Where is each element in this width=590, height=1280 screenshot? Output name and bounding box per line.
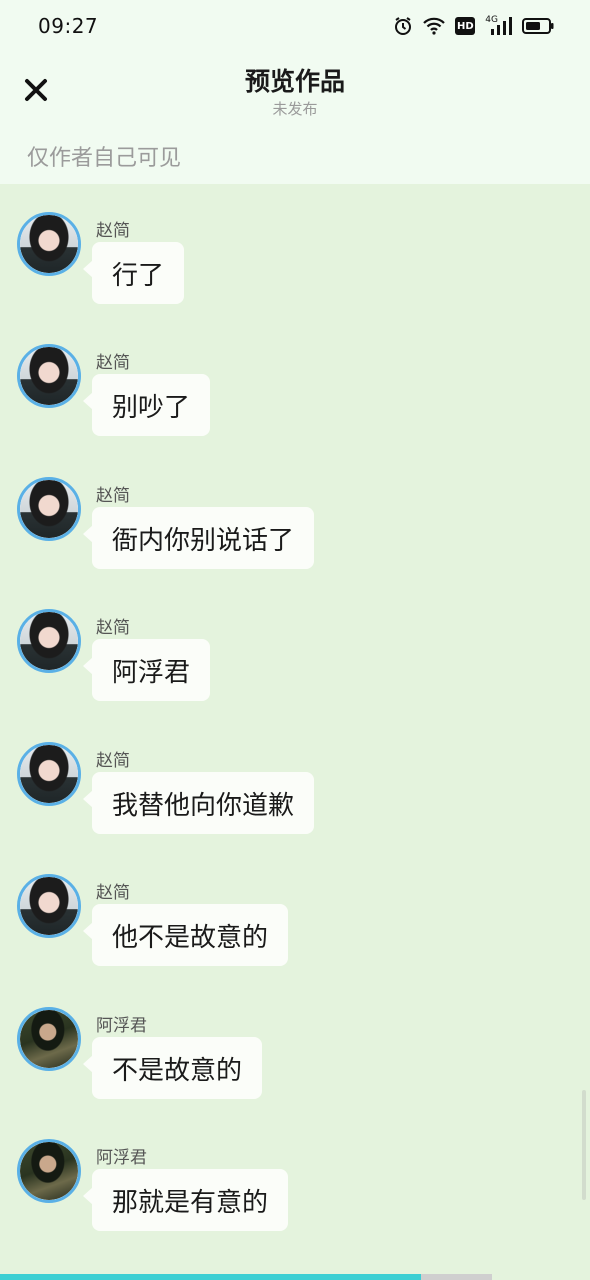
chat-message: 阿浮君 不是故意的 [0, 979, 590, 1099]
sender-name: 阿浮君 [96, 1148, 147, 1168]
chat-message: 赵简 我替他向你道歉 [0, 714, 590, 834]
alarm-icon [393, 16, 413, 36]
visibility-note: 仅作者自己可见 [27, 146, 182, 171]
avatar-image [20, 215, 78, 273]
avatar-image [20, 612, 78, 670]
message-bubble[interactable]: 那就是有意的 [82, 1169, 289, 1231]
chat-message: 赵简 他不是故意的 [0, 846, 590, 966]
status-time: 09:27 [38, 14, 99, 38]
avatar-image [20, 877, 78, 935]
message-bubble[interactable]: 阿浮君 [82, 639, 211, 701]
sender-name: 赵简 [96, 486, 130, 506]
sender-name: 赵简 [96, 618, 130, 638]
avatar[interactable] [17, 874, 81, 938]
avatar[interactable] [17, 344, 81, 408]
avatar[interactable] [17, 212, 81, 276]
avatar[interactable] [17, 1007, 81, 1071]
page-title: 预览作品 [244, 67, 345, 96]
avatar[interactable] [17, 477, 81, 541]
avatar[interactable] [17, 1139, 81, 1203]
page-header: 预览作品 未发布 [0, 52, 590, 132]
avatar-image [20, 347, 78, 405]
chat-message: 赵简 衙内你别说话了 [0, 449, 590, 569]
status-icons: HD 4G [393, 14, 554, 38]
scrollbar-thumb[interactable] [582, 1090, 586, 1200]
network-label: 4G [485, 15, 498, 25]
chat-message: 赵简 别吵了 [0, 316, 590, 436]
signal-4g-icon: 4G [485, 15, 512, 36]
status-bar: 09:27 HD 4G [0, 0, 590, 52]
page-subtitle: 未发布 [272, 100, 318, 118]
message-bubble[interactable]: 行了 [82, 242, 185, 304]
avatar[interactable] [17, 609, 81, 673]
avatar-image [20, 745, 78, 803]
chat-list[interactable]: 赵简 行了 赵简 别吵了 赵简 衙内你别说话了 赵简 阿浮君 赵简 我替他向你道… [0, 184, 590, 1274]
top-area: 09:27 HD 4G 预览作品 未发布 仅作者自己可见 [0, 0, 590, 184]
message-bubble[interactable]: 我替他向你道歉 [82, 772, 315, 834]
sender-name: 阿浮君 [96, 1016, 147, 1036]
hd-icon: HD [455, 17, 476, 35]
avatar-image [20, 1010, 78, 1068]
message-bubble[interactable]: 不是故意的 [82, 1037, 263, 1099]
sender-name: 赵简 [96, 751, 130, 771]
chat-message: 阿浮君 那就是有意的 [0, 1111, 590, 1231]
progress-fill [0, 1274, 421, 1280]
message-bubble[interactable]: 他不是故意的 [82, 904, 289, 966]
sender-name: 赵简 [96, 353, 130, 373]
chat-message: 赵简 行了 [0, 184, 590, 304]
sender-name: 赵简 [96, 221, 130, 241]
avatar-image [20, 1142, 78, 1200]
sender-name: 赵简 [96, 883, 130, 903]
chat-message: 赵简 阿浮君 [0, 581, 590, 701]
avatar-image [20, 480, 78, 538]
message-bubble[interactable]: 别吵了 [82, 374, 211, 436]
avatar[interactable] [17, 742, 81, 806]
playback-progress-bar[interactable] [0, 1274, 492, 1280]
message-bubble[interactable]: 衙内你别说话了 [82, 507, 315, 569]
battery-icon [522, 17, 554, 35]
wifi-icon [423, 17, 446, 35]
